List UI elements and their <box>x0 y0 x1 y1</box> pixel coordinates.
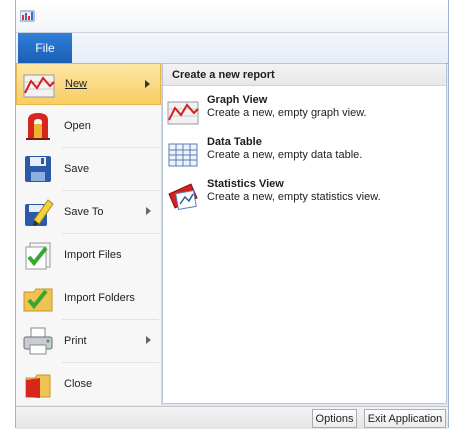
option-data-table[interactable]: Data Table Create a new, empty data tabl… <box>163 136 446 176</box>
menu-item-label: Import Files <box>64 249 122 261</box>
options-button[interactable]: Options <box>312 409 357 428</box>
option-title: Graph View <box>207 94 268 106</box>
new-report-panel: Create a new report Graph View Create a … <box>162 63 447 404</box>
menu-item-label: New <box>65 78 88 90</box>
menu-item-close[interactable]: Close <box>16 363 161 405</box>
statistics-view-icon <box>168 183 198 211</box>
menu-item-label: Save To <box>64 206 104 218</box>
option-description: Create a new, empty data table. <box>207 149 363 161</box>
option-description: Create a new, empty graph view. <box>207 107 367 119</box>
file-tab[interactable]: File <box>18 33 72 63</box>
graph-view-icon <box>167 101 199 125</box>
import-files-icon <box>25 242 51 270</box>
save-icon <box>25 156 51 182</box>
option-title: Statistics View <box>207 178 284 190</box>
menu-item-label: Print <box>64 335 87 347</box>
ribbon-tabstrip: File <box>16 33 448 64</box>
print-icon <box>23 327 53 355</box>
option-statistics-view[interactable]: Statistics View Create a new, empty stat… <box>163 178 446 218</box>
import-folders-icon <box>23 288 53 312</box>
app-icon <box>20 10 35 22</box>
open-icon <box>26 113 50 140</box>
data-table-icon <box>168 143 198 167</box>
option-description: Create a new, empty statistics view. <box>207 191 381 203</box>
panel-header: Create a new report <box>163 64 446 86</box>
menu-item-print[interactable]: Print <box>16 320 161 362</box>
menu-item-label: Open <box>64 120 91 132</box>
menu-item-label: Import Folders <box>64 292 135 304</box>
application-window: File New Open Save Save To Import Files … <box>15 0 449 429</box>
option-graph-view[interactable]: Graph View Create a new, empty graph vie… <box>163 94 446 134</box>
menu-item-save[interactable]: Save <box>16 148 161 190</box>
menu-item-save-to[interactable]: Save To <box>16 191 161 233</box>
menu-item-label: Save <box>64 163 90 175</box>
submenu-arrow-icon <box>145 80 150 88</box>
submenu-arrow-icon <box>146 336 151 344</box>
close-icon <box>25 374 51 398</box>
exit-application-button[interactable]: Exit Application <box>364 409 446 428</box>
file-menu: New Open Save Save To Import Files Impor… <box>16 63 162 405</box>
menu-item-open[interactable]: Open <box>16 105 161 147</box>
submenu-arrow-icon <box>146 207 151 215</box>
option-title: Data Table <box>207 136 262 148</box>
new-report-icon <box>23 74 55 98</box>
save-to-icon <box>25 199 54 226</box>
menu-item-import-files[interactable]: Import Files <box>16 234 161 276</box>
title-bar <box>16 0 448 33</box>
status-bar: Options Exit Application <box>16 406 448 429</box>
menu-item-label: Close <box>64 378 93 390</box>
menu-item-import-folders[interactable]: Import Folders <box>16 277 161 319</box>
menu-item-new[interactable]: New <box>16 63 161 105</box>
